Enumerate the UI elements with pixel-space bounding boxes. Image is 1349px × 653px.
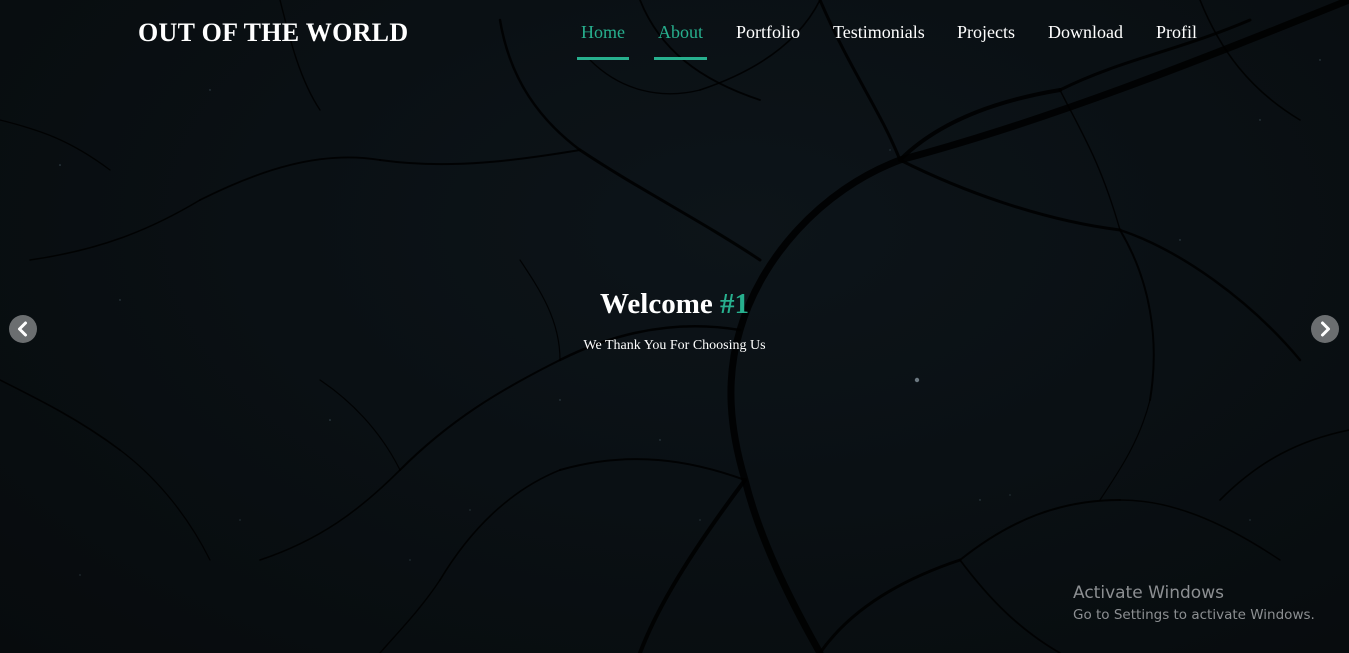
- slider-prev-button[interactable]: [9, 315, 37, 343]
- activate-windows-watermark: Activate Windows Go to Settings to activ…: [1073, 582, 1315, 626]
- slide-heading-text: Welcome: [600, 288, 713, 320]
- slide-heading: Welcome #1: [0, 288, 1349, 321]
- nav-item-home[interactable]: Home: [577, 22, 629, 60]
- slide-subtitle: We Thank You For Choosing Us: [583, 338, 766, 353]
- slider-next-button[interactable]: [1311, 315, 1339, 343]
- nav-item-projects[interactable]: Projects: [953, 22, 1019, 60]
- watermark-title: Activate Windows: [1073, 583, 1224, 603]
- nav-item-testimonials[interactable]: Testimonials: [829, 22, 929, 60]
- chevron-left-icon: [18, 321, 27, 337]
- nav-item-download[interactable]: Download: [1044, 22, 1127, 60]
- nav-item-portfolio[interactable]: Portfolio: [732, 22, 804, 60]
- watermark-subtitle: Go to Settings to activate Windows.: [1073, 607, 1315, 623]
- nav-item-profil[interactable]: Profil: [1152, 22, 1201, 60]
- main-nav: Home About Portfolio Testimonials Projec…: [0, 22, 1349, 62]
- chevron-right-icon: [1321, 321, 1330, 337]
- nav-item-about[interactable]: About: [654, 22, 707, 60]
- slide-heading-accent: #1: [719, 288, 749, 320]
- tree-branches-image: [0, 0, 1349, 653]
- hero-background: [0, 0, 1349, 653]
